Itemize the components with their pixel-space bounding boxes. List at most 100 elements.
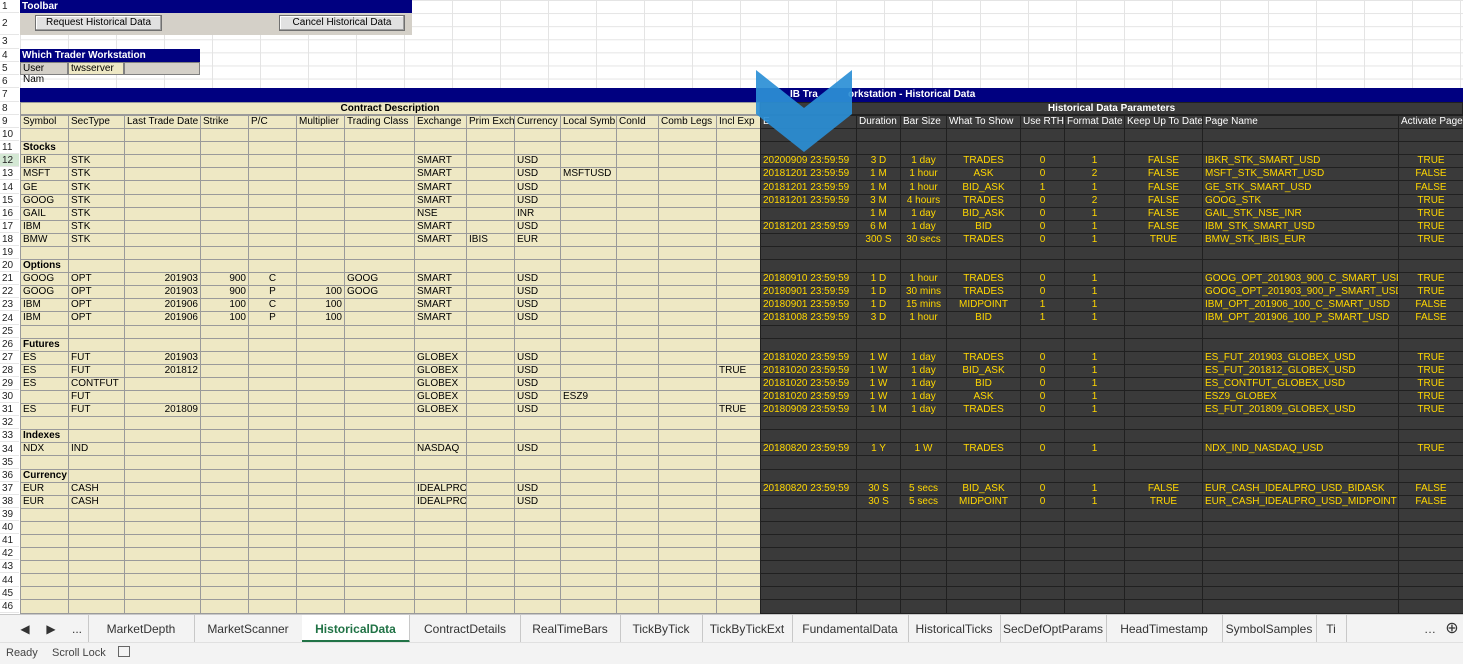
cell[interactable] xyxy=(201,390,249,403)
cell[interactable] xyxy=(1203,469,1399,482)
cell[interactable] xyxy=(125,587,201,600)
cell[interactable]: MSFT xyxy=(21,168,69,181)
cell[interactable] xyxy=(201,364,249,377)
cell[interactable]: 201812 xyxy=(125,364,201,377)
cell[interactable] xyxy=(617,351,659,364)
cell[interactable] xyxy=(1125,508,1203,521)
cell[interactable] xyxy=(659,273,717,286)
cell[interactable] xyxy=(467,299,515,312)
cell[interactable] xyxy=(857,142,901,155)
cell[interactable] xyxy=(125,561,201,574)
cell[interactable]: 2 xyxy=(1065,168,1125,181)
cell[interactable] xyxy=(717,338,761,351)
row-number[interactable]: 34 xyxy=(0,443,19,456)
cell[interactable] xyxy=(717,273,761,286)
cell[interactable] xyxy=(901,129,947,142)
cell[interactable] xyxy=(21,390,69,403)
cell[interactable]: CASH xyxy=(69,482,125,495)
cell[interactable] xyxy=(249,535,297,548)
cell[interactable]: GOOG xyxy=(21,286,69,299)
cell[interactable] xyxy=(249,417,297,430)
cell[interactable] xyxy=(947,325,1021,338)
cell[interactable] xyxy=(201,482,249,495)
cell[interactable] xyxy=(345,548,415,561)
cell[interactable] xyxy=(717,430,761,443)
column-header[interactable]: Format Date xyxy=(1065,116,1125,129)
cell[interactable] xyxy=(515,325,561,338)
cell[interactable] xyxy=(249,181,297,194)
cell[interactable]: BID xyxy=(947,377,1021,390)
cell[interactable] xyxy=(21,587,69,600)
cell[interactable] xyxy=(249,587,297,600)
cell[interactable] xyxy=(857,129,901,142)
cell[interactable] xyxy=(617,600,659,613)
cell[interactable] xyxy=(1399,260,1463,273)
cell[interactable]: 3 D xyxy=(857,155,901,168)
cell[interactable] xyxy=(297,181,345,194)
cell[interactable] xyxy=(659,246,717,259)
cell[interactable]: 1 D xyxy=(857,273,901,286)
cell[interactable] xyxy=(345,587,415,600)
column-header[interactable]: Currency xyxy=(515,116,561,129)
cell[interactable] xyxy=(1399,574,1463,587)
cell[interactable] xyxy=(201,351,249,364)
cell[interactable] xyxy=(1399,508,1463,521)
cell[interactable] xyxy=(515,561,561,574)
cell[interactable] xyxy=(901,338,947,351)
cell[interactable] xyxy=(467,600,515,613)
cell[interactable] xyxy=(1065,260,1125,273)
cell[interactable]: FALSE xyxy=(1399,299,1463,312)
cell[interactable] xyxy=(1203,129,1399,142)
cell[interactable] xyxy=(617,561,659,574)
cell[interactable]: 1 xyxy=(1065,390,1125,403)
cell[interactable] xyxy=(1125,299,1203,312)
cell[interactable] xyxy=(345,561,415,574)
cell[interactable] xyxy=(249,469,297,482)
cell[interactable] xyxy=(947,469,1021,482)
cell[interactable] xyxy=(125,456,201,469)
row-number[interactable]: 28 xyxy=(0,364,19,377)
cell[interactable] xyxy=(659,456,717,469)
cell[interactable] xyxy=(249,561,297,574)
cell[interactable]: FALSE xyxy=(1125,168,1203,181)
cell[interactable] xyxy=(947,129,1021,142)
cell[interactable] xyxy=(297,574,345,587)
cell[interactable]: 0 xyxy=(1021,377,1065,390)
cell[interactable]: 0 xyxy=(1021,168,1065,181)
cell[interactable]: ES xyxy=(21,404,69,417)
cell[interactable]: FALSE xyxy=(1125,194,1203,207)
cell[interactable] xyxy=(857,260,901,273)
cell[interactable] xyxy=(717,168,761,181)
cell[interactable] xyxy=(717,286,761,299)
cell[interactable]: SMART xyxy=(415,312,467,325)
cell[interactable] xyxy=(201,430,249,443)
cell[interactable]: 1 W xyxy=(857,364,901,377)
cell[interactable] xyxy=(761,325,857,338)
row-number[interactable]: 18 xyxy=(0,233,19,246)
cell[interactable]: CASH xyxy=(69,495,125,508)
cell[interactable]: 0 xyxy=(1021,351,1065,364)
cell[interactable] xyxy=(515,142,561,155)
cell[interactable] xyxy=(467,469,515,482)
cell[interactable]: TRUE xyxy=(1399,351,1463,364)
cell[interactable] xyxy=(1021,129,1065,142)
cell[interactable] xyxy=(201,338,249,351)
cell[interactable]: P xyxy=(249,312,297,325)
cell[interactable] xyxy=(415,430,467,443)
cell[interactable] xyxy=(467,351,515,364)
cell[interactable] xyxy=(297,168,345,181)
sheet-tab[interactable]: RealTimeBars xyxy=(520,615,621,643)
cell[interactable] xyxy=(467,364,515,377)
cell[interactable] xyxy=(345,508,415,521)
row-number[interactable]: 27 xyxy=(0,351,19,364)
cell[interactable]: 0 xyxy=(1021,495,1065,508)
cell[interactable] xyxy=(201,181,249,194)
cell[interactable]: 1 xyxy=(1065,220,1125,233)
cell[interactable]: TRUE xyxy=(1399,233,1463,246)
cell[interactable] xyxy=(1125,535,1203,548)
cell[interactable]: IDEALPRO xyxy=(415,482,467,495)
cell[interactable]: IBM_STK_SMART_USD xyxy=(1203,220,1399,233)
row-number[interactable]: 44 xyxy=(0,574,19,587)
cell[interactable]: FALSE xyxy=(1125,207,1203,220)
row-number[interactable]: 36 xyxy=(0,469,19,482)
